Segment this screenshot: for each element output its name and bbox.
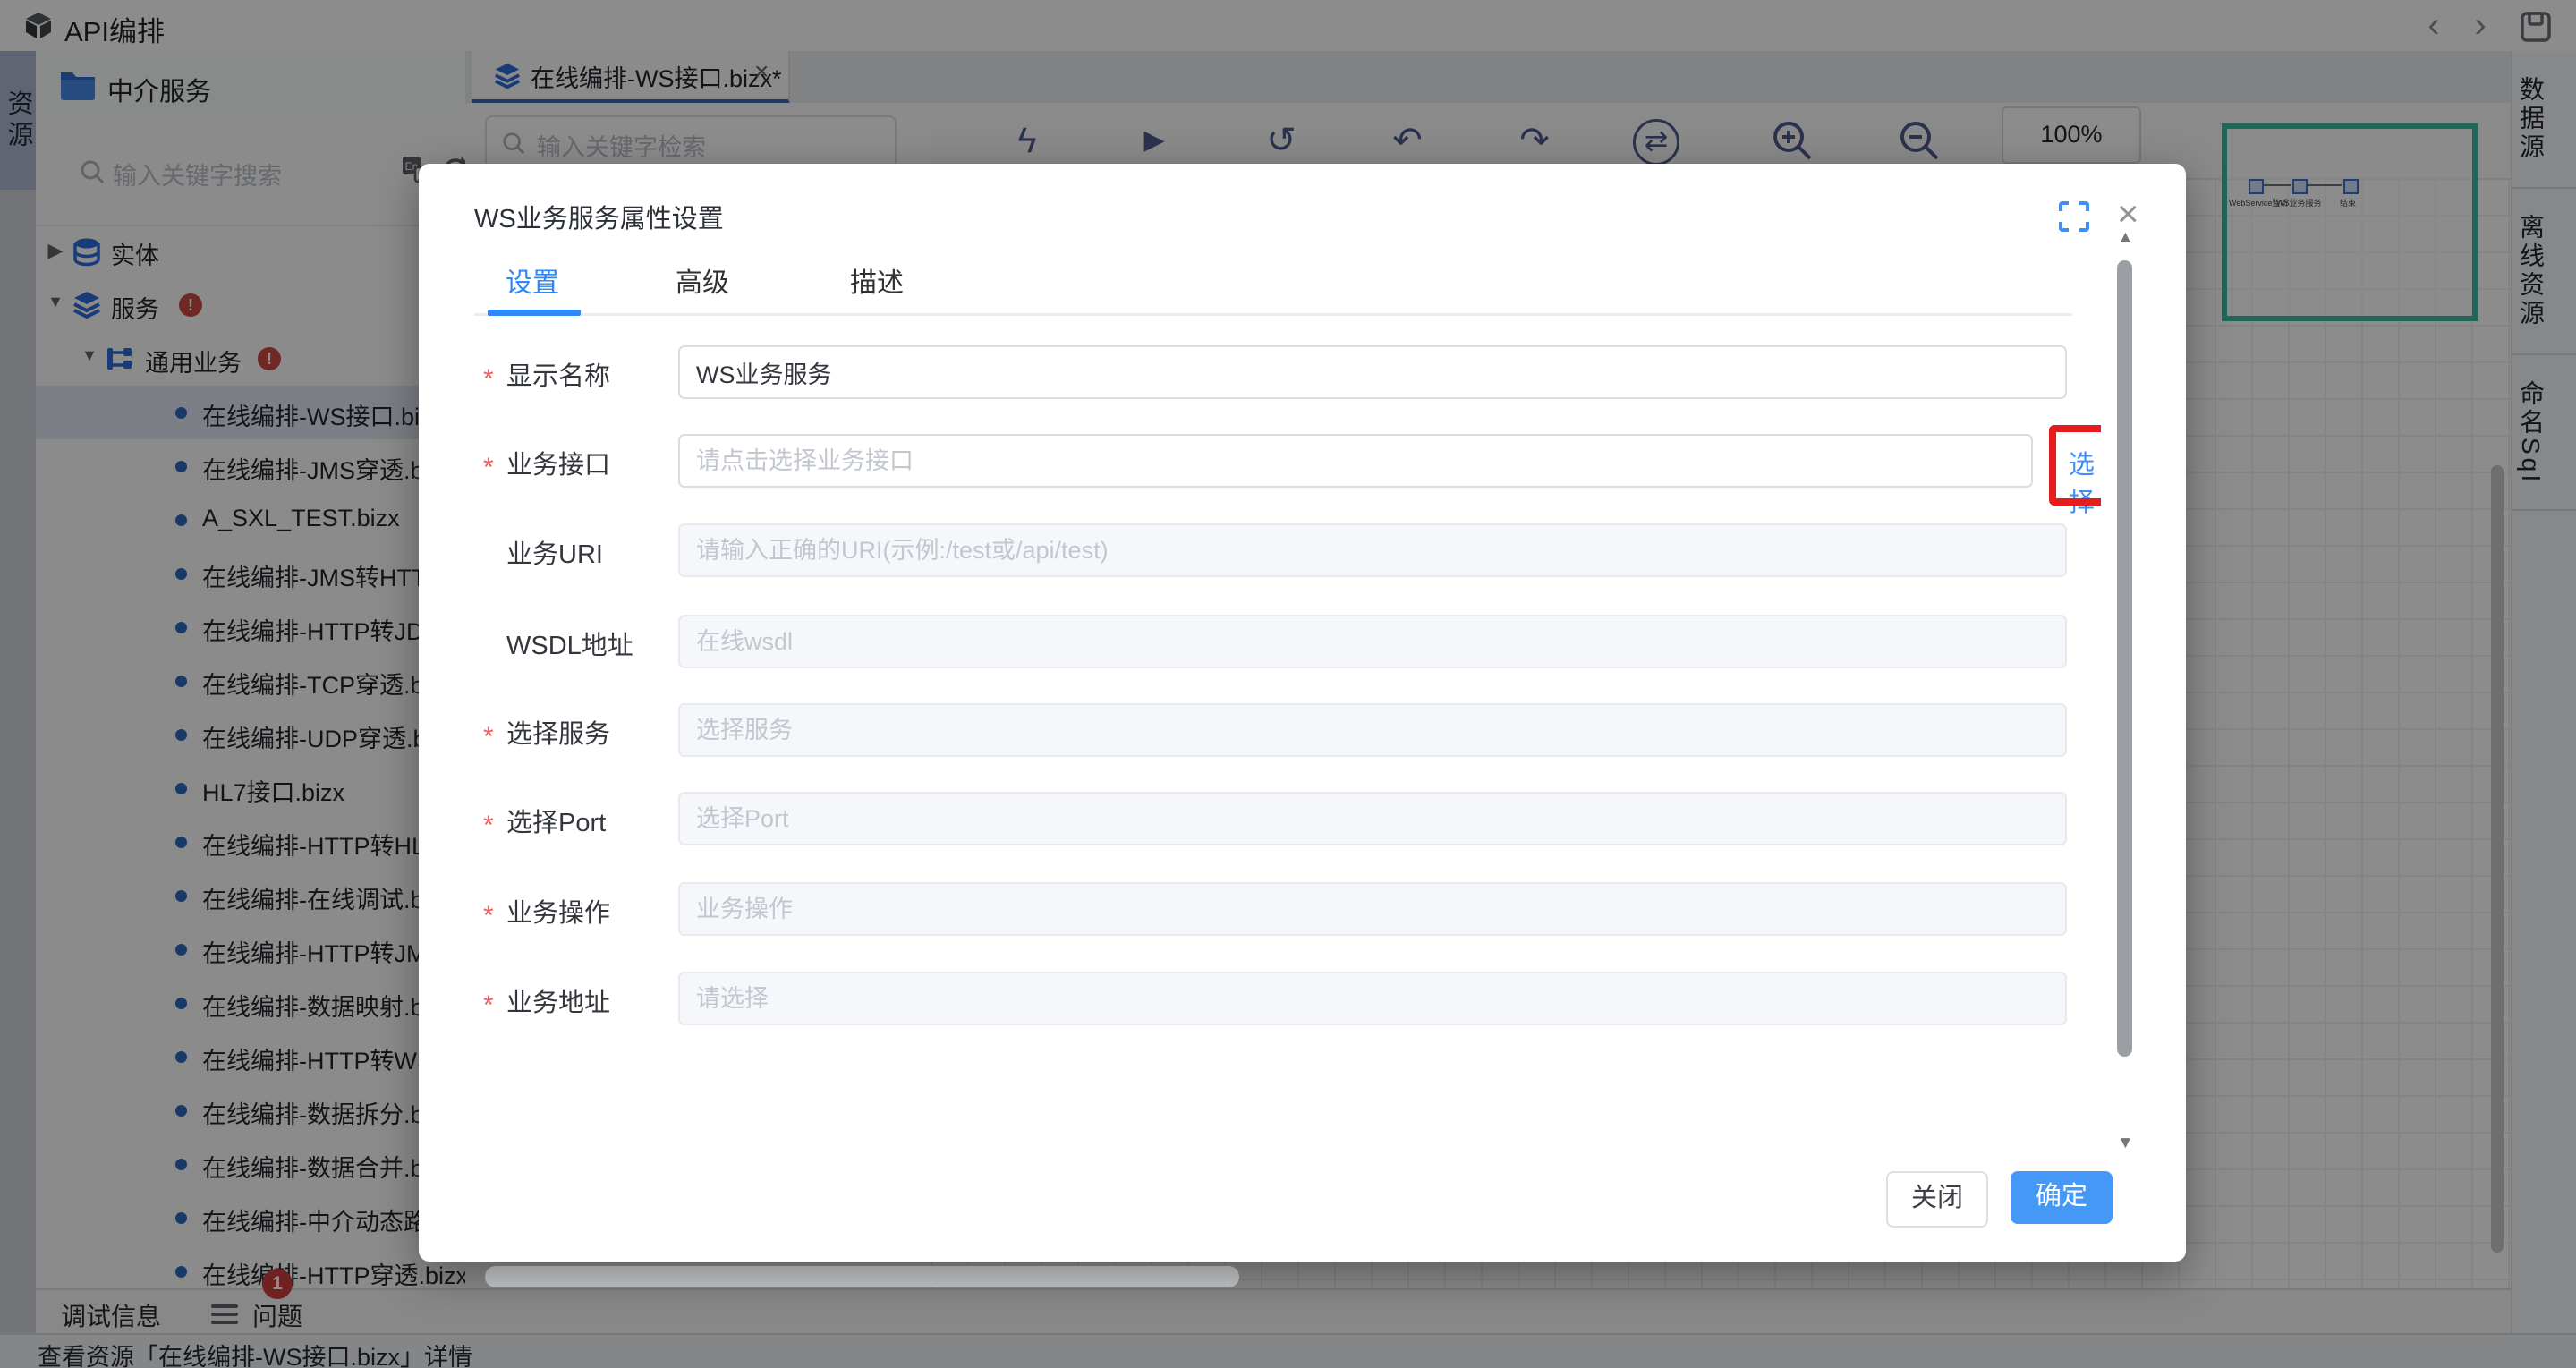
fullscreen-icon[interactable] [2059,201,2089,232]
canvas-horizontal-scrollbar[interactable] [485,1266,1239,1287]
dialog-title: WS业务服务属性设置 [474,198,724,235]
field-label: 业务操作 [506,892,610,930]
scrollbar-thumb[interactable] [2117,260,2132,1057]
business-operation-input [678,882,2067,936]
ws-service-properties-dialog: WS业务服务属性设置 × 设置 高级 描述 * 显示名称 * 业务接口 选择 业… [419,164,2186,1262]
confirm-button[interactable]: 确定 [2011,1171,2113,1224]
business-address-input [678,972,2067,1025]
select-service-input [678,703,2067,757]
app-root: { "icons": { "required_mark": "*", "excl… [0,0,2576,1368]
field-label: 选择Port [506,802,606,839]
required-mark: * [483,811,494,841]
field-label: 业务接口 [506,444,610,481]
annotation-highlight-box [2049,425,2101,506]
required-mark: * [483,722,494,752]
tab-advanced[interactable]: 高级 [676,260,729,300]
required-mark: * [483,990,494,1021]
field-label: 业务地址 [506,981,610,1019]
dialog-scrollbar[interactable]: ▲ ▼ [2115,228,2135,1180]
required-mark: * [483,364,494,395]
wsdl-address-input [678,615,2067,668]
field-label: 选择服务 [506,713,610,751]
tab-settings[interactable]: 设置 [506,260,559,300]
business-uri-input [678,523,2067,577]
select-port-input [678,792,2067,845]
scroll-down-icon[interactable]: ▼ [2117,1134,2134,1153]
display-name-input[interactable] [678,345,2067,399]
required-mark: * [483,901,494,931]
business-interface-input[interactable] [678,434,2033,488]
field-label: WSDL地址 [506,625,633,662]
required-mark: * [483,453,494,483]
close-button[interactable]: 关闭 [1886,1171,1988,1228]
tab-description[interactable]: 描述 [850,260,904,300]
tabs-divider [474,313,2072,316]
active-tab-underline [488,310,581,316]
dialog-scroll-area: * 显示名称 * 业务接口 选择 业务URI WSDL地址 * 选择服务 * 选… [419,330,2101,1163]
field-label: 显示名称 [506,355,610,393]
field-label: 业务URI [506,533,603,571]
scroll-up-icon[interactable]: ▲ [2117,228,2134,248]
